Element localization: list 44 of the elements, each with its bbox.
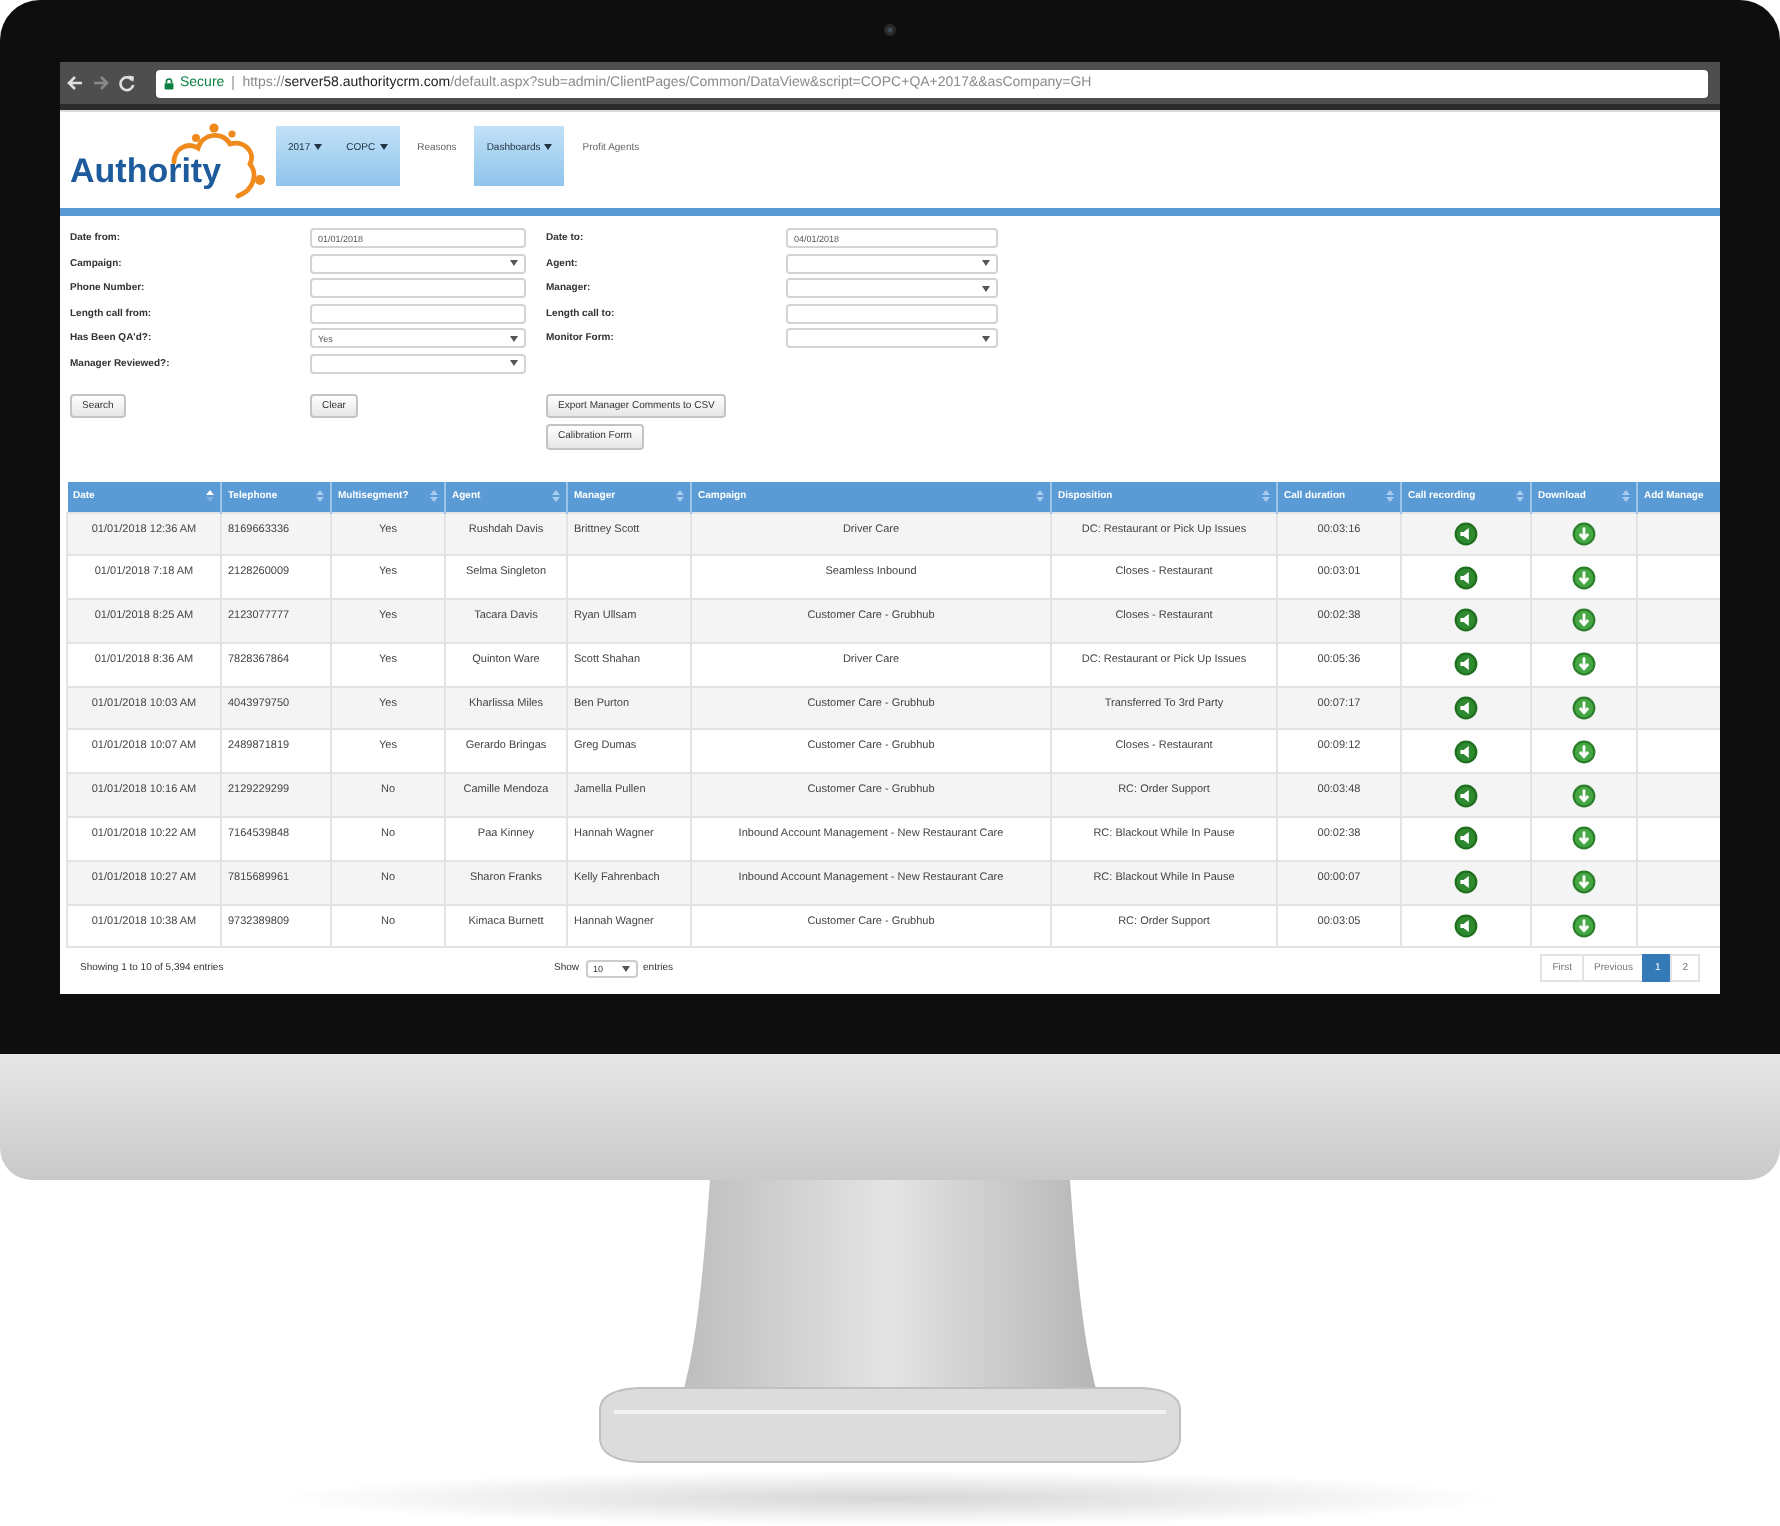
download-icon[interactable] xyxy=(1572,870,1596,895)
text-field[interactable] xyxy=(786,303,998,323)
speaker-icon[interactable] xyxy=(1454,652,1478,677)
speaker-icon[interactable] xyxy=(1454,739,1478,764)
sort-icon[interactable] xyxy=(206,490,214,503)
download-icon[interactable] xyxy=(1572,914,1596,939)
download-icon[interactable] xyxy=(1572,783,1596,808)
caret-icon xyxy=(314,144,323,150)
select-field[interactable] xyxy=(310,353,526,373)
speaker-icon[interactable] xyxy=(1454,914,1478,939)
caret-icon xyxy=(621,965,630,972)
caret-icon xyxy=(982,335,990,341)
logo-wordmark: Authority xyxy=(70,154,222,188)
speaker-icon[interactable] xyxy=(1454,870,1478,895)
select-field[interactable] xyxy=(786,328,998,348)
download-icon[interactable] xyxy=(1572,521,1596,546)
caret-icon xyxy=(510,360,518,366)
select-field[interactable] xyxy=(310,253,526,273)
caret-icon xyxy=(544,144,553,150)
speaker-icon[interactable] xyxy=(1454,696,1478,721)
caret-icon xyxy=(982,260,990,266)
speaker-icon[interactable] xyxy=(1454,608,1478,633)
caret-icon xyxy=(982,285,990,291)
select-field[interactable] xyxy=(786,278,998,298)
caret-icon xyxy=(510,335,518,341)
select-field[interactable] xyxy=(786,253,998,273)
camera-icon xyxy=(884,24,896,36)
caret-icon xyxy=(510,260,518,266)
back-icon[interactable] xyxy=(66,74,84,92)
text-field[interactable] xyxy=(310,278,526,298)
download-icon[interactable] xyxy=(1572,696,1596,721)
download-icon[interactable] xyxy=(1572,608,1596,633)
download-icon[interactable] xyxy=(1572,739,1596,764)
text-field[interactable] xyxy=(310,303,526,323)
caret-icon xyxy=(379,144,388,150)
download-icon[interactable] xyxy=(1572,826,1596,851)
speaker-icon[interactable] xyxy=(1454,521,1478,546)
download-icon[interactable] xyxy=(1572,652,1596,677)
speaker-icon[interactable] xyxy=(1454,783,1478,808)
speaker-icon[interactable] xyxy=(1454,565,1478,590)
speaker-icon[interactable] xyxy=(1454,826,1478,851)
reload-icon[interactable] xyxy=(118,74,136,92)
download-icon[interactable] xyxy=(1572,565,1596,590)
lock-icon xyxy=(164,77,174,89)
